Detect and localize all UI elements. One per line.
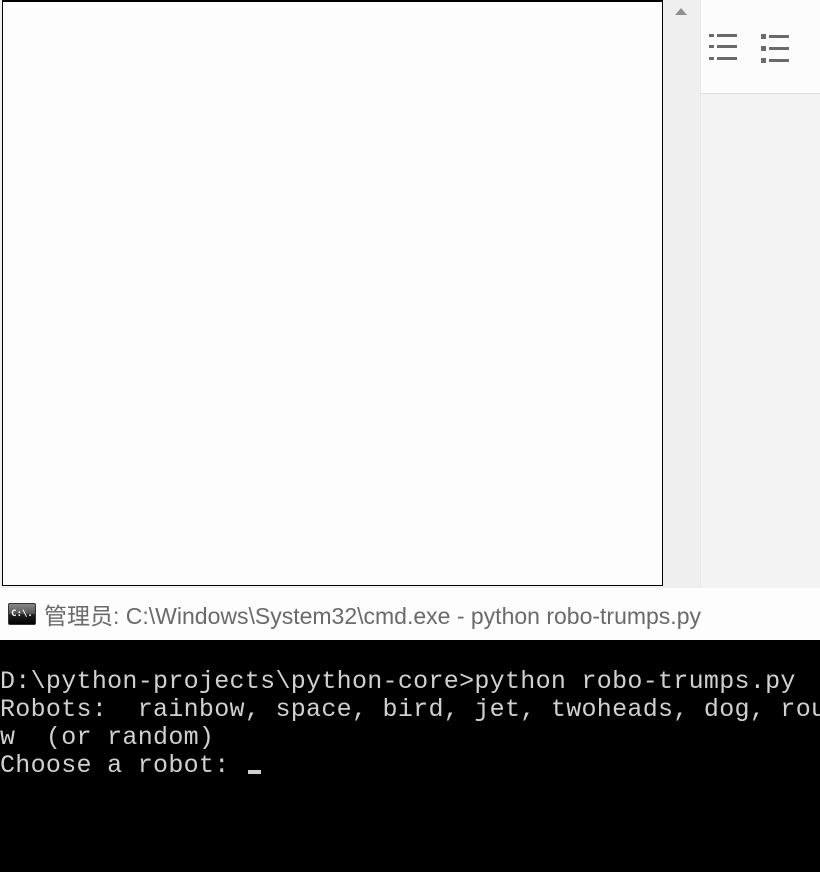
turtle-canvas[interactable] bbox=[2, 0, 663, 586]
terminal-line-4: Choose a robot: bbox=[0, 751, 245, 780]
cmd-icon: C:\. bbox=[8, 603, 36, 625]
side-area bbox=[700, 94, 820, 588]
terminal-output[interactable]: D:\python-projects\python-core>python ro… bbox=[0, 640, 820, 872]
terminal-line-1: D:\python-projects\python-core>python ro… bbox=[0, 667, 796, 696]
top-region bbox=[0, 0, 820, 588]
cmd-icon-label: C:\. bbox=[11, 610, 33, 619]
detail-view-icon[interactable] bbox=[761, 34, 791, 60]
scrollbar-up-button[interactable] bbox=[663, 0, 699, 22]
cmd-title-bar[interactable]: C:\. 管理员: C:\Windows\System32\cmd.exe - … bbox=[0, 588, 820, 640]
toolbar-panel bbox=[700, 0, 820, 94]
canvas-container bbox=[0, 0, 700, 588]
terminal-line-3: w (or random) bbox=[0, 723, 214, 752]
terminal-cursor bbox=[248, 770, 261, 774]
chevron-up-icon bbox=[675, 8, 687, 15]
list-view-icon[interactable] bbox=[709, 34, 739, 60]
vertical-scrollbar[interactable] bbox=[663, 0, 699, 586]
terminal-line-2: Robots: rainbow, space, bird, jet, twohe… bbox=[0, 695, 820, 724]
window-title: 管理员: C:\Windows\System32\cmd.exe - pytho… bbox=[44, 597, 701, 631]
